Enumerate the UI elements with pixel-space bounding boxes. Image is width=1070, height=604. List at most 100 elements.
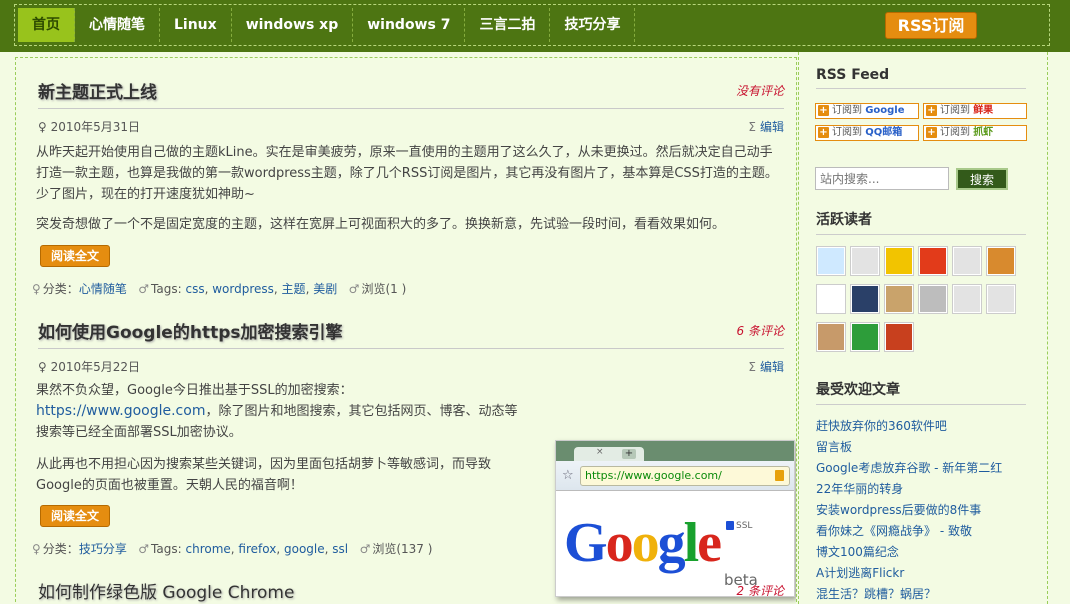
subscribe-xianguo-button[interactable]: 订阅到 鲜果 [923,103,1027,119]
post-comments-link[interactable]: 没有评论 [736,82,784,99]
read-more-button[interactable]: 阅读全文 [40,505,111,527]
tag-link[interactable]: chrome [185,542,230,556]
subscribe-service: 抓虾 [973,127,994,138]
post-paragraph: 从此再也不用担心因为搜索某些关键词，因为里面包括胡萝卜等敏感词，而导致Googl… [36,457,492,493]
subscribe-qqmail-button[interactable]: 订阅到 QQ邮箱 [815,125,919,141]
rss-feed-title: RSS Feed [816,67,1026,89]
reader-avatar[interactable] [918,284,948,314]
category-link[interactable]: 技巧分享 [79,542,127,556]
category-link[interactable]: 心情随笔 [79,282,127,296]
popular-posts-title: 最受欢迎文章 [816,379,1026,405]
post: 如何使用Google的https加密搜索引擎 6 条评论 ♀ 2010年5月22… [32,318,795,597]
folder-icon: ♀ [32,542,41,556]
sigma-icon: Σ [748,360,756,374]
subscribe-service: 鲜果 [973,105,994,116]
popular-post-link[interactable]: 博文100篇纪念 [816,545,899,559]
list-item: A计划逃离Flickr [816,563,1036,584]
reader-avatar[interactable] [850,284,880,314]
reader-avatar[interactable] [952,246,982,276]
popular-post-link[interactable]: 留言板 [816,440,852,454]
reader-avatar[interactable] [884,284,914,314]
views-count: 浏览(1 ) [361,282,407,296]
tag-link[interactable]: firefox [238,542,276,556]
tag-link[interactable]: 美剧 [313,282,337,296]
edit-link[interactable]: Σ 编辑 [748,358,784,375]
avatar-image [988,248,1014,274]
subscribe-prefix: 订阅到 [940,127,970,138]
tag-link[interactable]: google [284,542,325,556]
subscribe-service: QQ邮箱 [865,127,903,138]
reader-avatar[interactable] [884,246,914,276]
list-item: 安装wordpress后要做的8件事 [816,500,1036,521]
reader-avatar[interactable] [918,246,948,276]
post-comments-link[interactable]: 6 条评论 [737,322,784,339]
nav-item-tips[interactable]: 技巧分享 [550,8,636,42]
tag-link[interactable]: ssl [332,542,348,556]
url-value: https://www.google.com/ [585,469,722,482]
subscribe-zhuaxia-button[interactable]: 订阅到 抓虾 [923,125,1027,141]
post-date-text: 2010年5月31日 [50,120,141,134]
nav-menu: 首页 心情随笔 Linux windows xp windows 7 三言二拍 … [18,8,636,42]
avatar-image [920,286,946,312]
reader-avatar[interactable] [986,284,1016,314]
ssl-label: SSL [736,521,753,531]
popular-post-link[interactable]: 赶快放弃你的360软件吧 [816,419,947,433]
post-title[interactable]: 如何使用Google的https加密搜索引擎 [38,318,342,343]
avatar-image [852,286,878,312]
star-icon: ☆ [562,468,574,483]
reader-avatar[interactable] [850,322,880,352]
avatar-image [818,324,844,350]
tags-label: Tags: [151,542,182,556]
popular-post-link[interactable]: 安装wordpress后要做的8件事 [816,503,981,517]
post-title[interactable]: 如何制作绿色版 Google Chrome [38,578,294,603]
popular-post-link[interactable]: 看你妹之《网瘾战争》 - 致敬 [816,524,972,538]
reader-avatar[interactable] [816,246,846,276]
post-meta: ♀ 分类：心情随笔 ♂ Tags: css, wordpress, 主题, 美剧 ♂… [32,282,407,296]
tag-link[interactable]: 主题 [282,282,306,296]
google-link[interactable]: https://www.google.com [36,403,205,419]
logo-letter: g [657,512,686,574]
post-paragraph: 突发奇想做了一个不是固定宽度的主题，这样在宽屏上可视面积大的多了。换换新意，先试… [36,217,726,232]
reader-avatar[interactable] [952,284,982,314]
reader-avatar[interactable] [884,322,914,352]
list-item: 22年华丽的转身 [816,479,1036,500]
google-logo: Google [564,512,722,574]
tag-icon: ♂ [138,542,150,556]
views-icon: ♂ [359,542,371,556]
subscribe-google-button[interactable]: 订阅到 Google [815,103,919,119]
tag-link[interactable]: css [185,282,204,296]
popular-post-link[interactable]: 22年华丽的转身 [816,482,903,496]
logo-letter: o [631,512,660,574]
tags-label: Tags: [151,282,182,296]
subscribe-prefix: 订阅到 [940,105,970,116]
category-label: 分类： [42,282,79,296]
post-comments-link[interactable]: 2 条评论 [737,582,784,599]
read-more-button[interactable]: 阅读全文 [40,245,111,267]
logo-letter: e [697,512,722,574]
search-button[interactable]: 搜索 [956,168,1008,190]
reader-avatar[interactable] [850,246,880,276]
logo-letter: o [605,512,634,574]
nav-item-home[interactable]: 首页 [18,8,75,42]
nav-item-windows-7[interactable]: windows 7 [353,8,466,42]
search-input[interactable] [815,167,949,190]
popular-post-link[interactable]: 混生活？跳槽？蜗居？ [816,587,936,601]
sigma-icon: Σ [748,120,756,134]
category-label: 分类： [42,542,79,556]
nav-item-mood[interactable]: 心情随笔 [75,8,160,42]
reader-avatar[interactable] [816,284,846,314]
tag-link[interactable]: wordpress [212,282,274,296]
popular-post-link[interactable]: A计划逃离Flickr [816,566,904,580]
rss-subscribe-button[interactable]: RSS订阅 [885,12,977,39]
avatar-image [954,286,980,312]
post-title[interactable]: 新主题正式上线 [38,78,157,103]
reader-avatar[interactable] [986,246,1016,276]
lock-icon [775,470,784,481]
nav-item-sanyan[interactable]: 三言二拍 [465,8,551,42]
sidebar: RSS Feed 订阅到 Google 订阅到 鲜果 订阅到 QQ邮箱 订阅到 … [798,52,1048,604]
reader-avatar[interactable] [816,322,846,352]
popular-post-link[interactable]: Google考虑放弃谷歌 - 新年第二红 [816,461,1002,475]
edit-link[interactable]: Σ 编辑 [748,118,784,135]
nav-item-windows-xp[interactable]: windows xp [232,8,354,42]
nav-item-linux[interactable]: Linux [160,8,232,42]
